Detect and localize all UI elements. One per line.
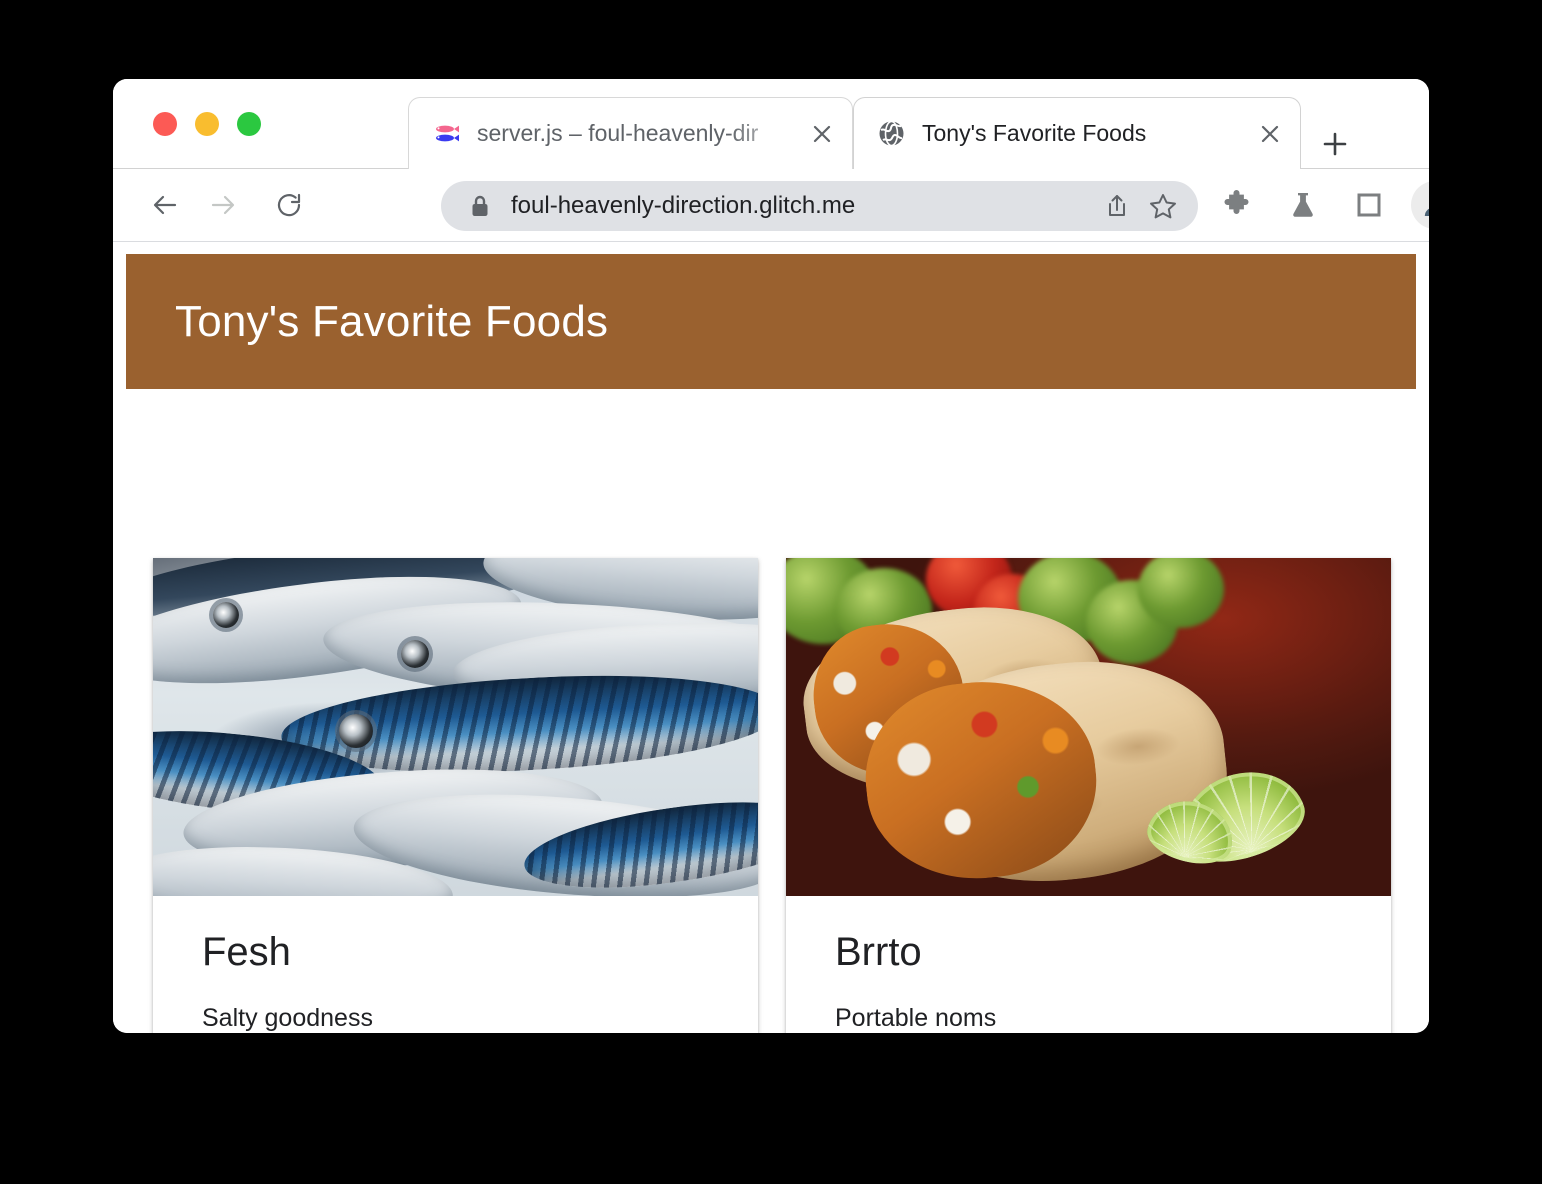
lock-icon — [467, 194, 493, 218]
puzzle-icon[interactable] — [1213, 181, 1261, 229]
globe-icon — [876, 119, 906, 149]
address-bar-url[interactable]: foul-heavenly-direction.glitch.me — [511, 192, 1094, 220]
food-card-image-fish — [153, 558, 758, 896]
page-viewport: Tony's Favorite Foods Fesh Salty goodnes… — [113, 242, 1429, 1033]
food-card-description: Portable noms — [835, 1004, 997, 1032]
browser-tab-tonys-favorite-foods[interactable]: Tony's Favorite Foods — [853, 97, 1301, 171]
reload-button[interactable] — [265, 181, 313, 229]
flask-icon[interactable] — [1279, 181, 1327, 229]
tab-title: server.js – foul-heavenly-dir — [477, 120, 759, 146]
back-button[interactable] — [141, 181, 189, 229]
tab-title: Tony's Favorite Foods — [922, 120, 1147, 146]
food-card-image-burrito — [786, 558, 1391, 896]
forward-button[interactable] — [199, 181, 247, 229]
new-tab-button[interactable] — [1313, 122, 1357, 166]
address-bar[interactable]: foul-heavenly-direction.glitch.me — [441, 181, 1198, 231]
page-title: Tony's Favorite Foods — [175, 296, 609, 346]
food-card-grid: Fesh Salty goodness PROS & CONS — [153, 558, 1391, 1033]
fish-icon — [431, 119, 461, 149]
food-card-description: Salty goodness — [202, 1004, 373, 1032]
browser-tab-server-js[interactable]: server.js – foul-heavenly-dir — [408, 97, 853, 169]
window-close-button[interactable] — [153, 112, 177, 136]
browser-window: server.js – foul-heavenly-dir Tony's Fav… — [113, 79, 1429, 1033]
window-maximize-button[interactable] — [237, 112, 261, 136]
square-icon[interactable] — [1345, 181, 1393, 229]
share-icon[interactable] — [1094, 183, 1140, 229]
toolbar-actions — [1213, 181, 1429, 229]
window-minimize-button[interactable] — [195, 112, 219, 136]
site-header: Tony's Favorite Foods — [126, 254, 1416, 389]
person-icon[interactable] — [1411, 181, 1429, 229]
food-card[interactable]: Brrto Portable noms PROS & CONS — [786, 558, 1391, 1033]
window-traffic-lights — [153, 112, 261, 136]
food-card-body: Brrto Portable noms PROS & CONS — [786, 896, 1391, 1033]
star-icon[interactable] — [1140, 183, 1186, 229]
close-icon[interactable] — [1248, 112, 1292, 156]
browser-toolbar: foul-heavenly-direction.glitch.me — [113, 169, 1429, 242]
food-card-title: Brrto — [835, 930, 922, 974]
tab-strip: server.js – foul-heavenly-dir Tony's Fav… — [113, 79, 1429, 171]
food-card-title: Fesh — [202, 930, 291, 974]
food-card[interactable]: Fesh Salty goodness PROS & CONS — [153, 558, 758, 1033]
food-card-body: Fesh Salty goodness PROS & CONS — [153, 896, 758, 1033]
close-icon[interactable] — [800, 112, 844, 156]
